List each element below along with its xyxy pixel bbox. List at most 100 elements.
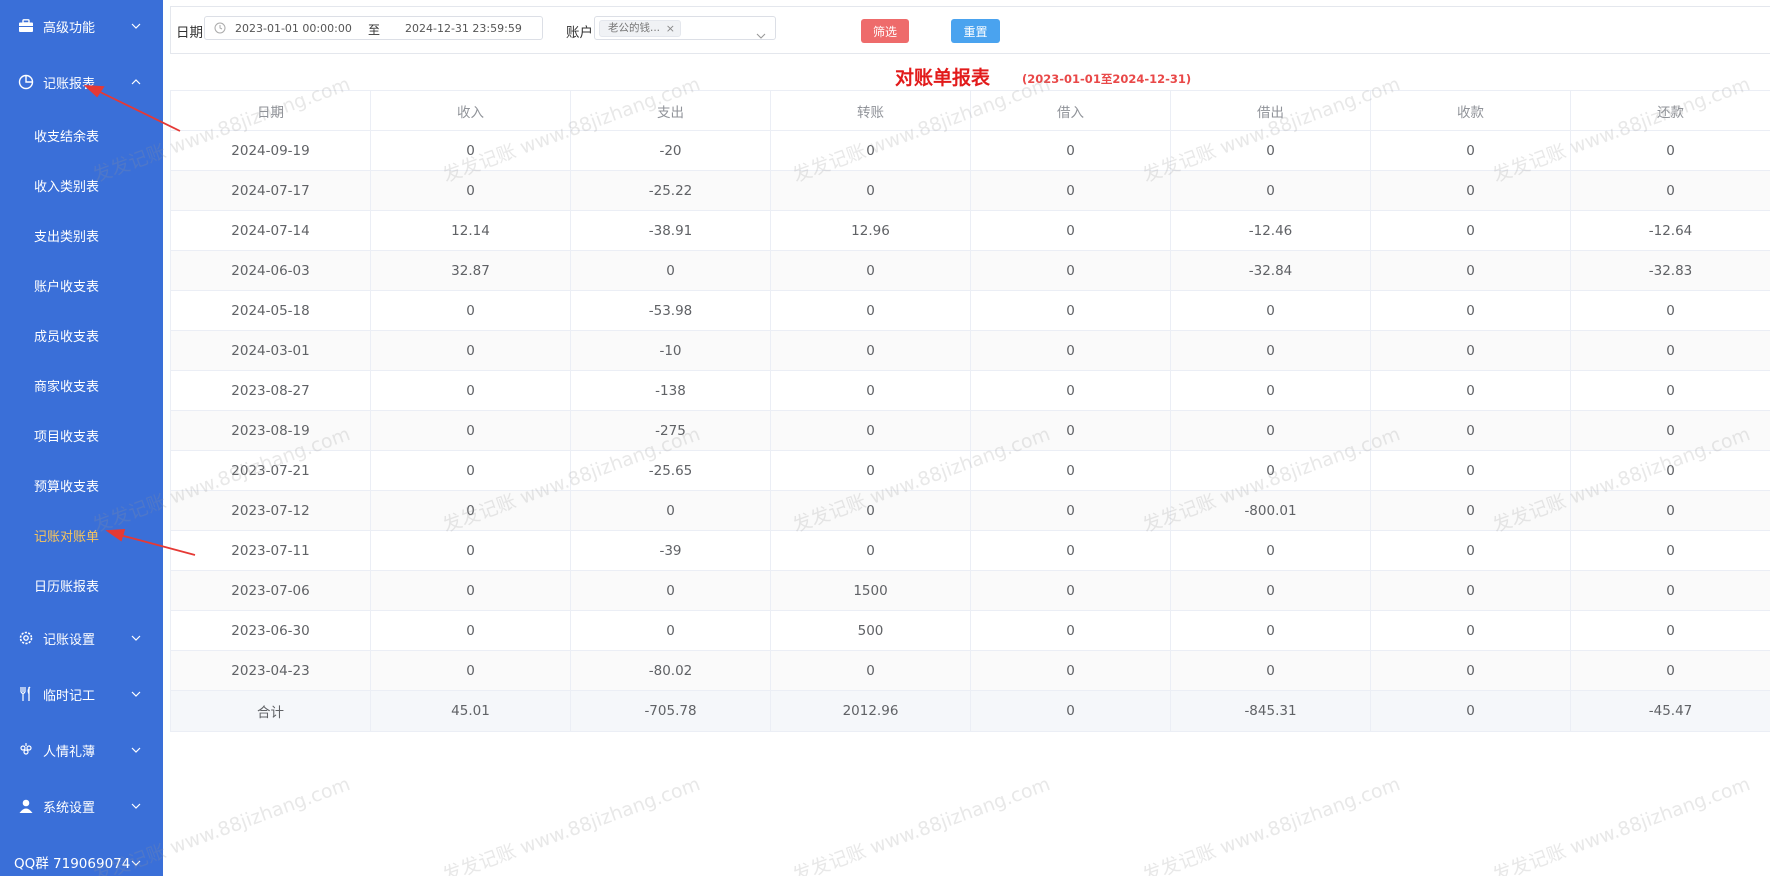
sidebar-item-expense-category[interactable]: 支出类别表 <box>0 215 163 255</box>
cell-borrow-in: 0 <box>970 290 1171 331</box>
column-header-income: 收入 <box>370 90 571 131</box>
nav-group-system[interactable]: 系统设置 <box>0 784 163 828</box>
sidebar-item-calendar[interactable]: 日历账报表 <box>0 565 163 605</box>
total-cell: -705.78 <box>570 690 771 732</box>
table-row: 2023-08-19 0 -275 0 0 0 0 0 <box>170 410 1770 451</box>
sidebar-item-project[interactable]: 项目收支表 <box>0 415 163 455</box>
date-range-picker[interactable]: 2023-01-01 00:00:00 至 2024-12-31 23:59:5… <box>204 16 543 40</box>
table-row: 2024-07-17 0 -25.22 0 0 0 0 0 <box>170 170 1770 211</box>
cell-expense: -20 <box>570 130 771 171</box>
sidebar-item-income-category[interactable]: 收入类别表 <box>0 165 163 205</box>
sidebar: 高级功能 记账报表 收支结余表 收入类别表 支出类别表 账户收支表 成员收支表 … <box>0 0 163 876</box>
nav-group-advanced[interactable]: 高级功能 <box>0 4 163 48</box>
nav-group-label: 高级功能 <box>43 20 96 36</box>
table-row: 2023-07-11 0 -39 0 0 0 0 0 <box>170 530 1770 571</box>
chevron-down-icon <box>131 633 141 643</box>
cell-income: 0 <box>370 330 571 371</box>
cell-income: 0 <box>370 570 571 611</box>
table-row: 2024-05-18 0 -53.98 0 0 0 0 0 <box>170 290 1770 331</box>
account-select[interactable]: 老公的钱... × <box>594 16 776 40</box>
user-icon <box>17 797 35 815</box>
cell-date: 2024-07-17 <box>170 170 371 211</box>
total-cell: 0 <box>1370 690 1571 732</box>
table-row: 2023-07-21 0 -25.65 0 0 0 0 0 <box>170 450 1770 491</box>
sidebar-item-merchant[interactable]: 商家收支表 <box>0 365 163 405</box>
cell-lend-out: 0 <box>1170 370 1371 411</box>
cell-collect: 0 <box>1370 250 1571 291</box>
table-total-row: 合计 45.01 -705.78 2012.96 0 -845.31 0 -45… <box>170 690 1770 732</box>
sidebar-item-statement[interactable]: 记账对账单 <box>0 515 163 555</box>
account-tag-label: 老公的钱... <box>608 22 661 34</box>
chevron-down-icon[interactable] <box>131 854 141 870</box>
chevron-down-icon <box>131 21 141 31</box>
table-row: 2023-07-06 0 0 1500 0 0 0 0 <box>170 570 1770 611</box>
sidebar-item-account[interactable]: 账户收支表 <box>0 265 163 305</box>
cell-date: 2024-06-03 <box>170 250 371 291</box>
cell-transfer: 0 <box>770 530 971 571</box>
cell-repay: 0 <box>1570 130 1770 171</box>
cell-date: 2023-08-27 <box>170 370 371 411</box>
cell-collect: 0 <box>1370 530 1571 571</box>
clock-icon <box>214 22 226 37</box>
cell-borrow-in: 0 <box>970 570 1171 611</box>
cell-borrow-in: 0 <box>970 130 1171 171</box>
cell-collect: 0 <box>1370 130 1571 171</box>
cell-income: 0 <box>370 450 571 491</box>
table-row: 2023-04-23 0 -80.02 0 0 0 0 0 <box>170 650 1770 691</box>
cell-date: 2023-08-19 <box>170 410 371 451</box>
sidebar-item-budget[interactable]: 预算收支表 <box>0 465 163 505</box>
sidebar-item-balance[interactable]: 收支结余表 <box>0 115 163 155</box>
cell-repay: 0 <box>1570 570 1770 611</box>
table-row: 2024-03-01 0 -10 0 0 0 0 0 <box>170 330 1770 371</box>
cell-transfer: 0 <box>770 330 971 371</box>
cell-expense: -80.02 <box>570 650 771 691</box>
cell-repay: 0 <box>1570 450 1770 491</box>
nav-group-label: 记账设置 <box>43 632 96 648</box>
cell-lend-out: 0 <box>1170 290 1371 331</box>
cell-date: 2023-07-11 <box>170 530 371 571</box>
cell-lend-out: 0 <box>1170 170 1371 211</box>
sidebar-item-member[interactable]: 成员收支表 <box>0 315 163 355</box>
chevron-down-icon <box>131 801 141 811</box>
report-title: 对账单报表 <box>895 67 991 89</box>
cell-lend-out: 0 <box>1170 130 1371 171</box>
cell-transfer: 500 <box>770 610 971 651</box>
table-row: 2024-07-14 12.14 -38.91 12.96 0 -12.46 0 -12.64 <box>170 210 1770 251</box>
start-date-input[interactable]: 2023-01-01 00:00:00 <box>235 22 352 35</box>
column-header-collect: 收款 <box>1370 90 1571 131</box>
watermark: 发发记账 www.88jizhang.com <box>439 773 704 876</box>
cell-income: 0 <box>370 530 571 571</box>
cell-transfer: 0 <box>770 490 971 531</box>
cell-date: 2023-06-30 <box>170 610 371 651</box>
cell-transfer: 0 <box>770 370 971 411</box>
cell-collect: 0 <box>1370 410 1571 451</box>
chevron-down-icon[interactable] <box>756 24 766 43</box>
cell-lend-out: 0 <box>1170 450 1371 491</box>
cell-repay: -32.83 <box>1570 250 1770 291</box>
nav-group-temp-work[interactable]: 临时记工 <box>0 672 163 716</box>
cell-borrow-in: 0 <box>970 450 1171 491</box>
table-header-row: 日期 收入 支出 转账 借入 借出 收款 还款 <box>170 90 1770 131</box>
cell-repay: 0 <box>1570 610 1770 651</box>
nav-group-settings[interactable]: 记账设置 <box>0 616 163 660</box>
cell-income: 12.14 <box>370 210 571 251</box>
reset-button[interactable]: 重置 <box>951 19 1000 43</box>
cell-collect: 0 <box>1370 650 1571 691</box>
close-icon[interactable]: × <box>666 21 675 36</box>
filter-bar: 日期 2023-01-01 00:00:00 至 2024-12-31 23:5… <box>170 6 1770 54</box>
cell-expense: 0 <box>570 570 771 611</box>
watermark: 发发记账 www.88jizhang.com <box>789 773 1054 876</box>
cell-borrow-in: 0 <box>970 490 1171 531</box>
column-header-transfer: 转账 <box>770 90 971 131</box>
cell-date: 2023-04-23 <box>170 650 371 691</box>
cell-expense: -10 <box>570 330 771 371</box>
filter-button[interactable]: 筛选 <box>861 19 909 43</box>
nav-group-gift-book[interactable]: 人情礼薄 <box>0 728 163 772</box>
cell-date: 2024-09-19 <box>170 130 371 171</box>
cell-collect: 0 <box>1370 170 1571 211</box>
nav-group-reports[interactable]: 记账报表 <box>0 60 163 104</box>
cell-borrow-in: 0 <box>970 210 1171 251</box>
account-label: 账户 <box>566 25 593 41</box>
cell-income: 0 <box>370 170 571 211</box>
end-date-input[interactable]: 2024-12-31 23:59:59 <box>405 22 522 35</box>
